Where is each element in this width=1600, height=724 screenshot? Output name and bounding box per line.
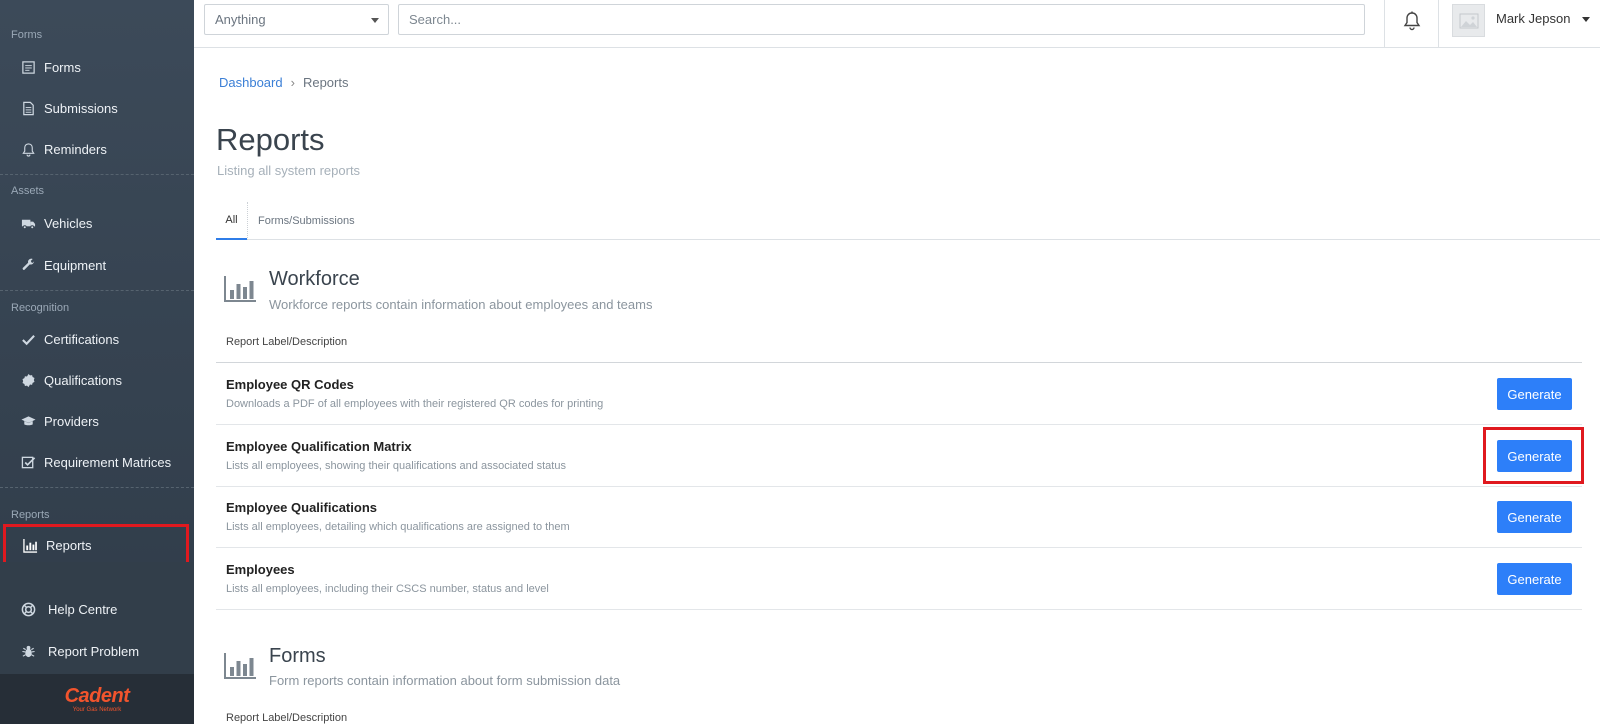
user-menu-chevron-icon[interactable] [1582, 17, 1590, 22]
table-header-rule [216, 362, 1582, 363]
bell-icon [1403, 11, 1421, 36]
cadent-logo: Cadent Your Gas Network [0, 674, 194, 724]
wrench-icon [20, 257, 36, 273]
sidebar-item-label: Providers [44, 413, 99, 429]
bar-chart-icon [22, 537, 38, 553]
sidebar-item-equipment[interactable]: Equipment [0, 245, 194, 285]
sidebar-item-label: Forms [44, 59, 81, 75]
sidebar-item-qualifications[interactable]: Qualifications [0, 360, 194, 400]
sidebar-item-forms[interactable]: Forms [0, 47, 194, 87]
sidebar-section-assets: Assets [11, 185, 45, 197]
help-centre-link[interactable]: Help Centre [0, 589, 194, 629]
section-title-forms: Forms [269, 645, 326, 667]
bell-icon [20, 141, 36, 157]
sidebar-section-forms: Forms [11, 29, 43, 41]
breadcrumb-dashboard-link[interactable]: Dashboard [219, 75, 283, 90]
logo-tagline: Your Gas Network [72, 707, 122, 713]
report-title: Employee Qualifications [226, 500, 377, 515]
forms-icon [20, 59, 36, 75]
report-title: Employee Qualification Matrix [226, 439, 412, 454]
chevron-down-icon [371, 18, 379, 23]
graduation-cap-icon [20, 413, 36, 429]
highlight-box [1483, 427, 1584, 484]
report-problem-link[interactable]: Report Problem [0, 631, 194, 671]
sidebar-item-label: Certifications [44, 331, 120, 347]
generate-button-employee-qualifications[interactable]: Generate [1497, 501, 1572, 533]
bar-chart-icon [224, 653, 256, 679]
sidebar-item-reminders[interactable]: Reminders [0, 129, 194, 169]
search-scope-value: Anything [215, 12, 266, 27]
top-bar: Anything Mark Jepson [194, 0, 1600, 48]
report-description: Downloads a PDF of all employees with th… [226, 398, 604, 410]
breadcrumb-separator-icon: › [290, 75, 295, 90]
search-input[interactable] [398, 4, 1365, 35]
page-subtitle: Listing all system reports [217, 163, 361, 178]
generate-button-employees[interactable]: Generate [1497, 563, 1572, 595]
avatar[interactable] [1452, 4, 1485, 37]
help-centre-label: Help Centre [48, 601, 118, 617]
sidebar-item-label: Submissions [44, 100, 118, 116]
page-title: Reports [216, 122, 325, 157]
table-row-divider [216, 547, 1582, 548]
truck-icon [20, 215, 36, 231]
sidebar-item-label: Reminders [44, 141, 107, 157]
sidebar-item-label: Equipment [44, 257, 107, 273]
sidebar-divider [0, 290, 194, 291]
column-header: Report Label/Description [226, 336, 348, 348]
sidebar-item-requirement-matrices[interactable]: Requirement Matrices [0, 442, 194, 482]
sidebar-item-providers[interactable]: Providers [0, 401, 194, 441]
notifications-button[interactable] [1384, 0, 1439, 47]
column-header: Report Label/Description [226, 712, 348, 724]
sidebar-item-certifications[interactable]: Certifications [0, 319, 194, 359]
section-description: Form reports contain information about f… [269, 673, 621, 688]
image-placeholder-icon [1459, 13, 1478, 28]
report-description: Lists all employees, showing their quali… [226, 460, 566, 472]
checkbox-icon [20, 454, 36, 470]
sidebar-item-label: Reports [46, 537, 92, 553]
sidebar-section-reports: Reports [11, 509, 50, 521]
tab-divider [247, 202, 248, 240]
tab-forms-submissions[interactable]: Forms/Submissions [258, 202, 355, 240]
sidebar-item-label: Requirement Matrices [44, 454, 172, 470]
section-title-workforce: Workforce [269, 268, 360, 290]
sidebar-divider [0, 487, 194, 488]
document-icon [20, 100, 36, 116]
generate-button-employee-qr-codes[interactable]: Generate [1497, 378, 1572, 410]
breadcrumb: Dashboard › Reports [219, 75, 348, 90]
sidebar-divider [0, 174, 194, 175]
sidebar: Forms Forms Submissions Reminders Assets… [0, 0, 194, 724]
tab-all[interactable]: All [216, 202, 247, 240]
breadcrumb-current: Reports [302, 75, 349, 90]
report-description: Lists all employees, including their CSC… [226, 583, 549, 595]
report-tabs: All Forms/Submissions [216, 202, 1600, 240]
bug-icon [20, 643, 36, 659]
search-scope-select[interactable]: Anything [204, 4, 389, 35]
sidebar-item-submissions[interactable]: Submissions [0, 88, 194, 128]
lifebuoy-icon [20, 601, 36, 617]
sidebar-item-label: Vehicles [44, 215, 93, 231]
sidebar-item-vehicles[interactable]: Vehicles [0, 203, 194, 243]
report-problem-label: Report Problem [48, 643, 140, 659]
logo-wordmark: Cadent [64, 685, 130, 707]
table-row-divider [216, 486, 1582, 487]
table-row-divider [216, 609, 1582, 610]
report-description: Lists all employees, detailing which qua… [226, 521, 570, 533]
badge-icon [20, 372, 36, 388]
section-description: Workforce reports contain information ab… [269, 297, 653, 312]
sidebar-item-reports[interactable]: Reports [3, 524, 189, 566]
user-name[interactable]: Mark Jepson [1496, 11, 1570, 26]
report-title: Employee QR Codes [226, 377, 354, 392]
bar-chart-icon [224, 276, 256, 302]
table-row-divider [216, 424, 1582, 425]
report-title: Employees [226, 562, 295, 577]
sidebar-item-label: Qualifications [44, 372, 123, 388]
check-icon [20, 331, 36, 347]
sidebar-section-recognition: Recognition [11, 302, 70, 314]
